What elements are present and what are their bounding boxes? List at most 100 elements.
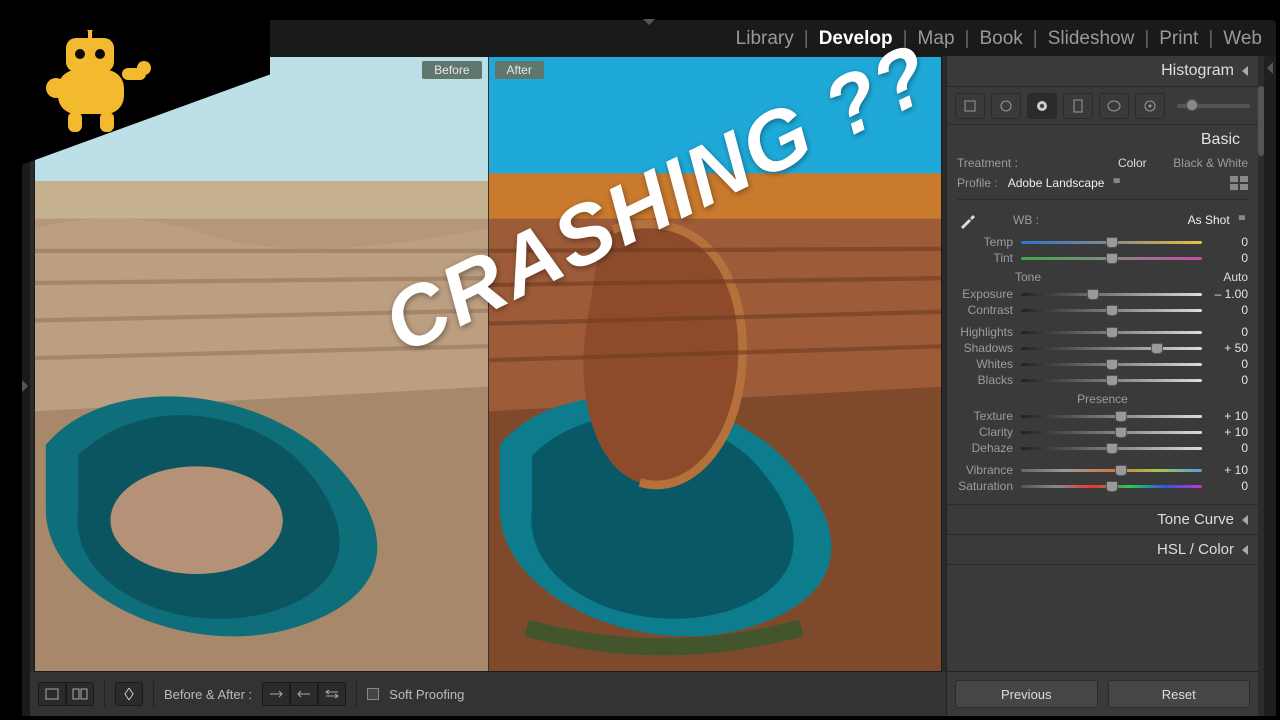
temp-slider[interactable]	[1021, 237, 1202, 247]
auto-tone-button[interactable]: Auto	[1223, 270, 1248, 284]
blacks-slider[interactable]	[1021, 375, 1202, 385]
loupe-view-button[interactable]	[38, 682, 66, 706]
tint-value[interactable]: 0	[1210, 251, 1248, 265]
clarity-slider[interactable]	[1021, 427, 1202, 437]
temp-value[interactable]: 0	[1210, 235, 1248, 249]
module-web[interactable]: Web	[1223, 28, 1262, 50]
right-panel-scroll: Basic Treatment : Color Black & White Pr…	[947, 125, 1258, 671]
temp-label: Temp	[957, 235, 1013, 249]
contrast-slider[interactable]	[1021, 305, 1202, 315]
tone-curve-header[interactable]: Tone Curve	[947, 505, 1258, 535]
contrast-value[interactable]: 0	[1210, 303, 1248, 317]
slider-thumb-icon	[1115, 465, 1127, 476]
image-after-pane[interactable]: After	[489, 57, 942, 671]
profile-browser-button[interactable]	[1230, 176, 1248, 190]
radial-filter-button[interactable]	[1099, 93, 1129, 119]
texture-slider[interactable]	[1021, 411, 1202, 421]
whites-slider-row: Whites 0	[957, 356, 1248, 372]
chevron-left-icon	[22, 380, 28, 392]
histogram-header[interactable]: Histogram	[947, 56, 1258, 87]
eyedropper-icon[interactable]	[957, 209, 979, 231]
dehaze-value[interactable]: 0	[1210, 441, 1248, 455]
module-book[interactable]: Book	[979, 28, 1022, 50]
presence-group-header: Presence	[957, 388, 1248, 408]
module-develop[interactable]: Develop	[819, 28, 893, 50]
slider-thumb-icon	[1106, 375, 1118, 386]
basic-header[interactable]: Basic	[957, 131, 1248, 153]
blacks-slider-row: Blacks 0	[957, 372, 1248, 388]
swap-lr-button[interactable]	[262, 682, 290, 706]
collapse-triangle-icon	[1242, 515, 1248, 525]
right-edge-collapse-handle[interactable]	[1264, 56, 1276, 716]
hsl-color-header[interactable]: HSL / Color	[947, 535, 1258, 565]
module-slideshow[interactable]: Slideshow	[1048, 28, 1135, 50]
clarity-value[interactable]: + 10	[1210, 425, 1248, 439]
collapse-triangle-icon	[1242, 545, 1248, 555]
slider-thumb-icon	[1106, 237, 1118, 248]
highlights-label: Highlights	[957, 325, 1013, 339]
before-after-lr-button[interactable]	[66, 682, 94, 706]
chevron-right-icon	[1267, 62, 1273, 74]
tint-slider-row: Tint 0	[957, 250, 1248, 266]
clarity-label: Clarity	[957, 425, 1013, 439]
exposure-value[interactable]: – 1.00	[1210, 287, 1248, 301]
shadows-slider-row: Shadows + 50	[957, 340, 1248, 356]
shadows-label: Shadows	[957, 341, 1013, 355]
whites-slider[interactable]	[1021, 359, 1202, 369]
treatment-color-button[interactable]: Color	[1118, 156, 1147, 170]
shadows-slider[interactable]	[1021, 343, 1202, 353]
texture-slider-row: Texture + 10	[957, 408, 1248, 424]
texture-label: Texture	[957, 409, 1013, 423]
top-collapse-triangle-icon[interactable]	[643, 19, 655, 25]
before-after-yy-button[interactable]	[115, 682, 143, 706]
caret-icon: ▝▘	[1236, 216, 1248, 225]
saturation-value[interactable]: 0	[1210, 479, 1248, 493]
blacks-label: Blacks	[957, 373, 1013, 387]
vibrance-slider[interactable]	[1021, 465, 1202, 475]
redeye-tool-button[interactable]	[1027, 93, 1057, 119]
highlights-slider[interactable]	[1021, 327, 1202, 337]
slider-thumb-icon	[1087, 289, 1099, 300]
module-map[interactable]: Map	[918, 28, 955, 50]
shadows-value[interactable]: + 50	[1210, 341, 1248, 355]
copy-before-button[interactable]	[290, 682, 318, 706]
treatment-row: Treatment : Color Black & White	[957, 153, 1248, 173]
nav-separator: |	[1033, 28, 1038, 50]
graduated-filter-button[interactable]	[1063, 93, 1093, 119]
hsl-color-label: HSL / Color	[1157, 541, 1234, 558]
wb-dropdown[interactable]: As Shot ▝▘	[1188, 213, 1248, 227]
module-library[interactable]: Library	[736, 28, 794, 50]
texture-value[interactable]: + 10	[1210, 409, 1248, 423]
previous-button[interactable]: Previous	[955, 680, 1098, 708]
saturation-slider[interactable]	[1021, 481, 1202, 491]
crop-tool-button[interactable]	[955, 93, 985, 119]
nav-separator: |	[1144, 28, 1149, 50]
spot-heal-tool-button[interactable]	[991, 93, 1021, 119]
dehaze-slider[interactable]	[1021, 443, 1202, 453]
profile-dropdown[interactable]: Adobe Landscape ▝▘	[1008, 176, 1123, 190]
view-mode-group	[38, 682, 94, 706]
tool-size-slider[interactable]	[1177, 104, 1250, 108]
treatment-bw-button[interactable]: Black & White	[1173, 156, 1248, 170]
module-print[interactable]: Print	[1159, 28, 1198, 50]
slider-thumb-icon	[1106, 327, 1118, 338]
wb-value: As Shot	[1188, 213, 1230, 227]
slider-thumb-icon	[1115, 427, 1127, 438]
brand-corner-clip	[0, 0, 300, 180]
whites-value[interactable]: 0	[1210, 357, 1248, 371]
tint-slider[interactable]	[1021, 253, 1202, 263]
saturation-label: Saturation	[957, 479, 1013, 493]
blacks-value[interactable]: 0	[1210, 373, 1248, 387]
reset-button[interactable]: Reset	[1108, 680, 1251, 708]
before-after-label: Before & After :	[164, 687, 252, 702]
right-panel-scrollbar[interactable]	[1258, 56, 1264, 716]
scrollbar-thumb[interactable]	[1258, 86, 1264, 156]
brush-tool-button[interactable]	[1135, 93, 1165, 119]
swap-both-button[interactable]	[318, 682, 346, 706]
soft-proofing-checkbox[interactable]	[367, 688, 379, 700]
highlights-value[interactable]: 0	[1210, 325, 1248, 339]
vibrance-value[interactable]: + 10	[1210, 463, 1248, 477]
before-after-arrange-group	[262, 682, 346, 706]
profile-row: Profile : Adobe Landscape ▝▘	[957, 173, 1248, 193]
exposure-slider[interactable]	[1021, 289, 1202, 299]
